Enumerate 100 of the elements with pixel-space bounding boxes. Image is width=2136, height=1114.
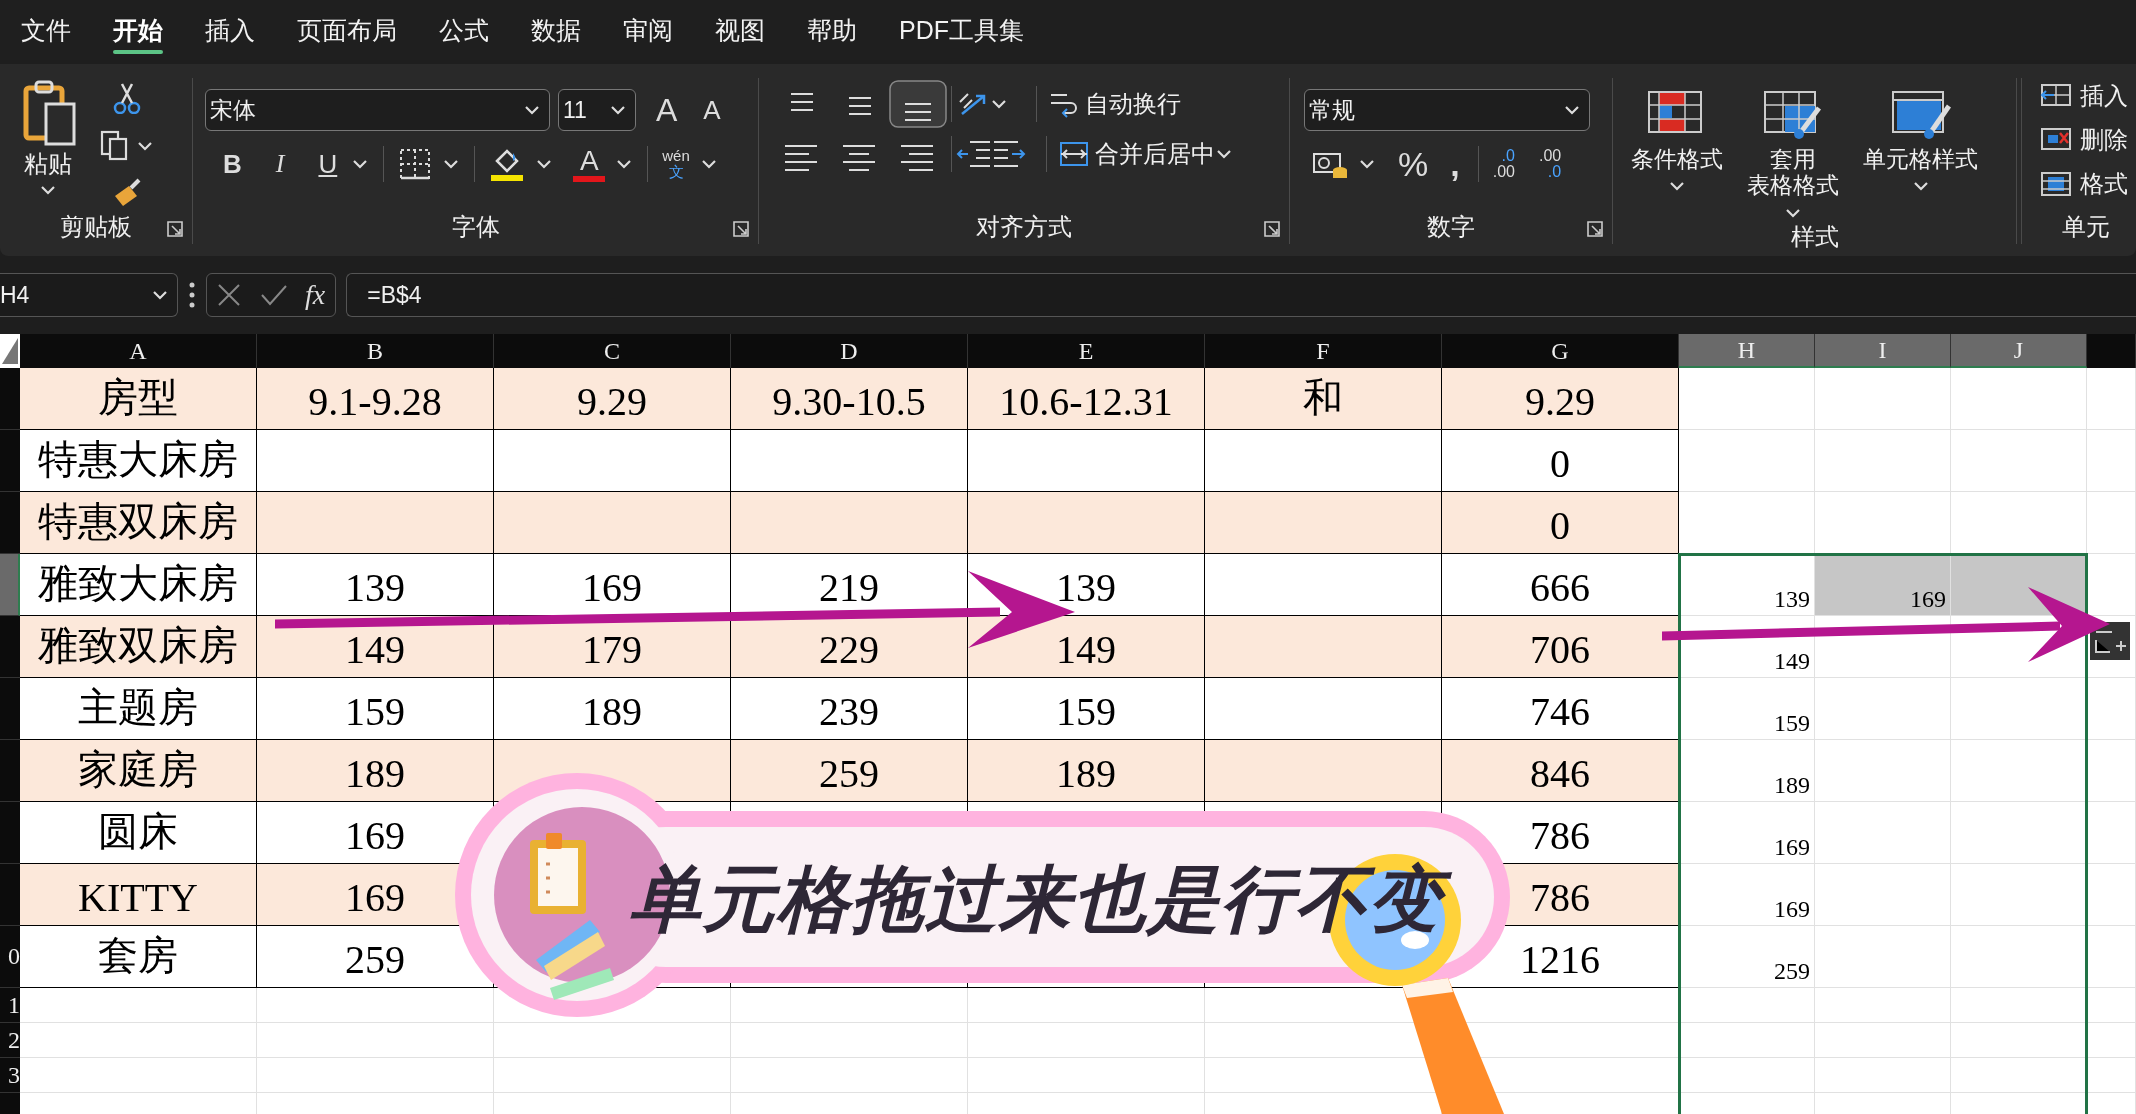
table-cell: 139 (257, 554, 494, 616)
menu-tab[interactable]: 开始 (92, 0, 184, 60)
cell-operation-button[interactable]: 格式 (2080, 168, 2128, 200)
table-cell: 9.1-9.28 (257, 368, 494, 430)
cell-operation-icon[interactable] (2038, 169, 2074, 199)
menu-tab[interactable]: 数据 (510, 0, 602, 60)
group-label: 单元 (2062, 212, 2110, 242)
insert-function-button[interactable]: fx (305, 279, 326, 311)
menu-tab[interactable]: 帮助 (786, 0, 878, 60)
increase-font-size-button[interactable]: A (652, 91, 682, 129)
cell-operation-button[interactable]: 删除 (2080, 124, 2128, 156)
font-size-dropdown[interactable]: 11 (558, 89, 636, 131)
table-cell: 雅致大床房 (20, 554, 257, 616)
menu-tab[interactable]: 文件 (0, 0, 92, 60)
style-button[interactable]: 单元格样式 (1863, 146, 1978, 173)
formula-input[interactable]: =B$4 (346, 273, 2136, 317)
style-button[interactable]: 套用 表格格式 (1747, 146, 1839, 199)
table-cell: 189 (257, 740, 494, 802)
table-cell (2087, 864, 2136, 926)
wrap-text-button[interactable]: 自动换行 (1049, 88, 1181, 120)
increase-decimal-button[interactable]: .0 .00 (1492, 148, 1515, 180)
column-header[interactable]: F (1205, 334, 1442, 368)
font-name-dropdown[interactable]: 宋体 (205, 89, 550, 131)
percent-style-button[interactable]: % (1394, 144, 1433, 184)
table-cell: 149 (968, 616, 1205, 678)
column-header[interactable]: H (1679, 334, 1815, 368)
table-cell: KITTY (20, 864, 257, 926)
table-cell (2087, 1058, 2136, 1093)
style-gallery-icon[interactable] (1763, 90, 1823, 140)
table-cell: 特惠双床房 (20, 492, 257, 554)
decrease-decimal-button[interactable]: .00 .0 (1538, 148, 1562, 180)
table-cell: 259 (731, 740, 968, 802)
dialog-launcher-icon[interactable] (166, 220, 184, 238)
row-header[interactable]: 1 (0, 988, 20, 1023)
dialog-launcher-icon[interactable] (732, 220, 750, 238)
borders-icon[interactable] (398, 147, 433, 181)
underline-button[interactable]: U (314, 148, 342, 180)
table-cell (2087, 740, 2136, 802)
column-header[interactable]: E (968, 334, 1205, 368)
cell-operation-button[interactable]: 插入 (2080, 80, 2128, 112)
table-cell: 9.30-10.5 (731, 368, 968, 430)
table-cell: 846 (1442, 740, 1679, 802)
table-cell (2087, 988, 2136, 1023)
column-header[interactable]: B (257, 334, 494, 368)
column-header[interactable]: D (731, 334, 968, 368)
table-cell: 10.6-12.31 (968, 368, 1205, 430)
fill-handle-icon[interactable] (2090, 622, 2130, 660)
font-color-button[interactable]: A (573, 146, 606, 182)
group-label: 样式 (1790, 221, 1839, 252)
row-header[interactable]: 2 (0, 1023, 20, 1058)
row-header[interactable]: 0 (0, 926, 20, 988)
table-cell: 家庭房 (20, 740, 257, 802)
table-cell: 169 (1679, 802, 1815, 864)
column-header[interactable]: J (1951, 334, 2087, 368)
clipboard-icon (530, 833, 586, 914)
dialog-launcher-icon[interactable] (1263, 220, 1281, 238)
menu-tab[interactable]: 插入 (184, 0, 276, 60)
column-header[interactable]: C (494, 334, 731, 368)
bold-button[interactable]: B (219, 148, 246, 180)
group-label: 剪贴板 (60, 212, 132, 242)
row-header[interactable]: 3 (0, 1058, 20, 1093)
table-cell: 房型 (20, 368, 257, 430)
table-cell: 套房 (20, 926, 257, 988)
number-format-dropdown[interactable]: 常规 (1304, 89, 1590, 131)
menu-tab[interactable]: 视图 (694, 0, 786, 60)
paste-button[interactable]: 粘贴 (24, 148, 72, 180)
table-cell: 189 (1679, 740, 1815, 802)
menu-tab[interactable]: 审阅 (602, 0, 694, 60)
style-button[interactable]: 条件格式 (1631, 146, 1723, 173)
table-cell (2087, 1023, 2136, 1058)
group-label: 对齐方式 (976, 212, 1072, 242)
table-cell: 706 (1442, 616, 1679, 678)
more-options-icon[interactable] (188, 281, 196, 309)
table-cell: 9.29 (1442, 368, 1679, 430)
comma-style-button[interactable]: , (1446, 144, 1464, 184)
table-cell: 189 (968, 740, 1205, 802)
table-cell (2087, 554, 2136, 616)
merge-cells-icon (1059, 139, 1089, 169)
scissors-icon[interactable] (112, 82, 142, 114)
copy-icon[interactable] (100, 130, 130, 162)
table-cell: 雅致双床房 (20, 616, 257, 678)
table-cell: 159 (1679, 678, 1815, 740)
table-cell: 9.29 (494, 368, 731, 430)
table-cell (2087, 368, 2136, 430)
menu-tab[interactable]: 页面布局 (276, 0, 418, 60)
menu-tab[interactable]: 公式 (418, 0, 510, 60)
italic-button[interactable]: I (271, 149, 289, 179)
style-gallery-icon[interactable] (1890, 90, 1951, 140)
decrease-font-size-button[interactable]: A (699, 94, 725, 126)
table-cell: 圆床 (20, 802, 257, 864)
dialog-launcher-icon[interactable] (1586, 220, 1604, 238)
column-header[interactable]: G (1442, 334, 1679, 368)
align-bottom-icon[interactable] (889, 80, 947, 128)
name-box[interactable]: H4 (0, 273, 178, 317)
merge-center-button[interactable]: 合并后居中 (1059, 138, 1215, 170)
table-cell (2087, 492, 2136, 554)
column-header[interactable]: I (1815, 334, 1951, 368)
menu-tab[interactable]: PDF工具集 (878, 0, 1045, 60)
column-header[interactable]: A (20, 334, 257, 368)
phonetic-button[interactable]: wén 文 (662, 147, 690, 181)
